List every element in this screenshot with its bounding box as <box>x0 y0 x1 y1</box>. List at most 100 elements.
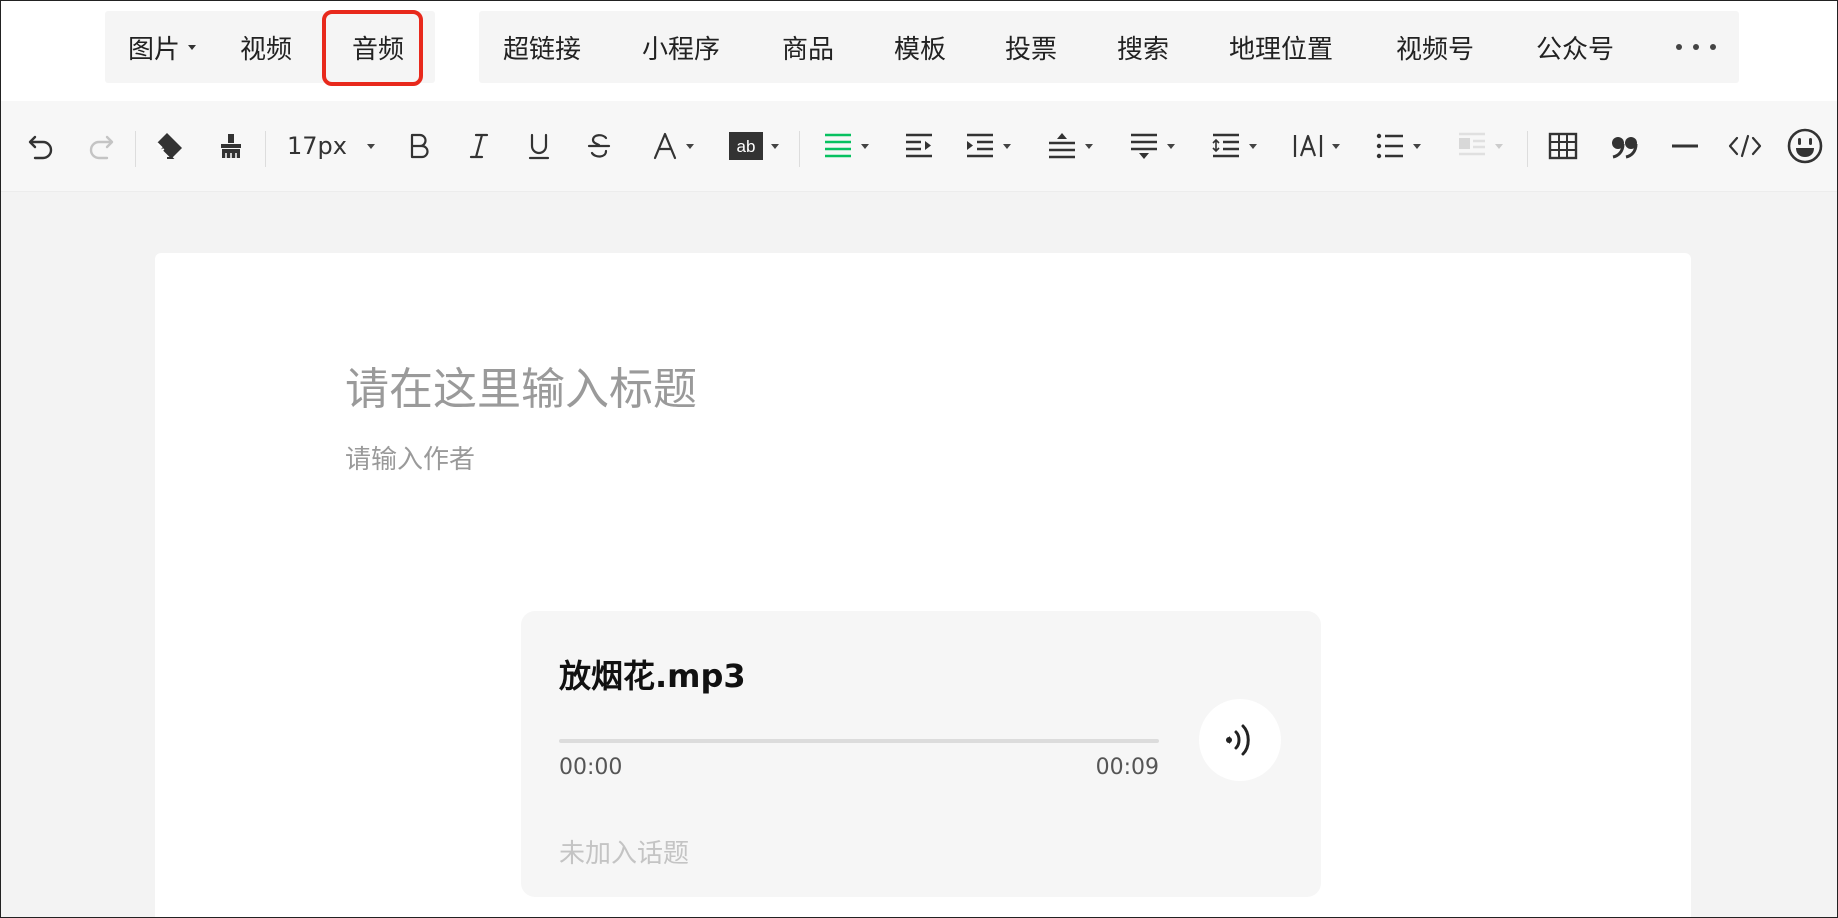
insert-video-label: 视频 <box>240 34 293 65</box>
chevron-down-icon <box>188 44 197 50</box>
insert-search-button[interactable]: 搜索 <box>1117 11 1169 83</box>
emoji-button[interactable] <box>1783 123 1827 169</box>
chevron-down-icon <box>771 143 779 149</box>
underline-button[interactable] <box>521 123 557 169</box>
insert-location-button[interactable]: 地理位置 <box>1229 11 1333 83</box>
editor-paper: 请在这里输入标题 请输入作者 放烟花.mp3 00:00 00:09 未加入话题 <box>155 253 1691 917</box>
list-button[interactable] <box>1371 123 1425 169</box>
insert-product-button[interactable]: 商品 <box>782 11 834 83</box>
table-icon <box>1548 132 1578 160</box>
insert-vote-label: 投票 <box>1005 34 1058 65</box>
format-toolbar: 17px ab <box>1 101 1837 192</box>
audio-card[interactable]: 放烟花.mp3 00:00 00:09 未加入话题 <box>521 611 1321 897</box>
insert-template-label: 模板 <box>894 34 947 65</box>
strikethrough-button[interactable] <box>581 123 617 169</box>
editor-window: 图片 视频 音频 超链接 小程序 商品 模板 投票 搜索 地理位置 视频号 公众… <box>0 0 1838 918</box>
quote-button[interactable] <box>1605 123 1645 169</box>
chevron-down-icon <box>366 143 375 149</box>
divider-icon <box>1672 144 1698 148</box>
background-color-button[interactable]: ab <box>727 123 781 169</box>
insert-table-button[interactable] <box>1543 123 1583 169</box>
chevron-down-icon <box>1332 143 1340 149</box>
chevron-down-icon <box>686 143 694 149</box>
audio-wave-icon <box>1226 724 1250 756</box>
redo-icon <box>89 135 114 160</box>
undo-button[interactable] <box>21 123 61 169</box>
eraser-button[interactable] <box>149 123 189 169</box>
list-icon <box>1376 133 1403 159</box>
insert-audio-label: 音频 <box>352 34 405 65</box>
paragraph-spacing-top-icon <box>1049 133 1075 159</box>
chevron-down-icon <box>1249 143 1257 149</box>
chevron-down-icon <box>861 143 869 149</box>
font-size-select[interactable]: 17px <box>287 123 379 169</box>
insert-channels-label: 视频号 <box>1396 34 1475 65</box>
background-color-icon: ab <box>729 132 763 160</box>
toolbar-separator <box>265 131 266 167</box>
insert-miniprogram-label: 小程序 <box>642 34 721 65</box>
insert-channels-button[interactable]: 视频号 <box>1396 11 1474 83</box>
toolbar-separator <box>135 131 136 167</box>
font-size-value: 17px <box>287 132 347 160</box>
insert-audio-button[interactable]: 音频 <box>352 11 404 83</box>
letter-spacing-icon <box>1293 134 1323 157</box>
insert-link-label: 超链接 <box>503 34 582 65</box>
svg-text:ab: ab <box>737 137 756 156</box>
insert-account-label: 公众号 <box>1536 34 1615 65</box>
chevron-down-icon <box>1413 143 1421 149</box>
italic-icon <box>469 133 489 159</box>
indent-icon <box>906 133 932 158</box>
insert-product-label: 商品 <box>782 34 835 65</box>
author-input[interactable]: 请输入作者 <box>345 439 475 476</box>
divider-button[interactable] <box>1665 123 1705 169</box>
insert-video-button[interactable]: 视频 <box>240 11 292 83</box>
font-color-icon <box>653 132 677 160</box>
audio-topic[interactable]: 未加入话题 <box>559 833 689 870</box>
audio-filename: 放烟花.mp3 <box>559 657 746 695</box>
paragraph-spacing-top-button[interactable] <box>1043 123 1097 169</box>
audio-play-button[interactable] <box>1199 699 1281 781</box>
chevron-down-icon <box>1003 143 1011 149</box>
italic-button[interactable] <box>461 123 497 169</box>
bold-icon <box>410 133 429 159</box>
insert-image-label: 图片 <box>128 34 181 65</box>
underline-icon <box>528 133 550 160</box>
insert-account-button[interactable]: 公众号 <box>1536 11 1614 83</box>
audio-duration: 00:09 <box>1095 755 1159 780</box>
title-input[interactable]: 请在这里输入标题 <box>345 353 697 417</box>
redo-button[interactable] <box>81 123 121 169</box>
more-horizontal-icon[interactable] <box>1676 37 1716 57</box>
format-brush-icon <box>221 134 241 158</box>
chevron-down-icon <box>1495 143 1503 149</box>
insert-location-label: 地理位置 <box>1229 34 1334 65</box>
format-brush-button[interactable] <box>211 123 251 169</box>
code-icon <box>1728 134 1762 158</box>
bold-button[interactable] <box>401 123 437 169</box>
chevron-down-icon <box>1085 143 1093 149</box>
insert-search-label: 搜索 <box>1117 34 1170 65</box>
insert-image-button[interactable]: 图片 <box>128 11 197 83</box>
quote-icon <box>1612 137 1638 159</box>
image-float-button <box>1453 123 1507 169</box>
strikethrough-icon <box>587 134 611 158</box>
emoji-icon <box>1787 128 1823 164</box>
insert-miniprogram-button[interactable]: 小程序 <box>642 11 720 83</box>
audio-progress-bar[interactable] <box>559 739 1159 743</box>
line-height-button[interactable] <box>1207 123 1261 169</box>
insert-link-button[interactable]: 超链接 <box>503 11 581 83</box>
toolbar-separator <box>1527 131 1528 167</box>
paragraph-spacing-bottom-icon <box>1131 133 1157 159</box>
align-dropdown-icon <box>967 133 993 158</box>
indent-button[interactable] <box>901 123 937 169</box>
insert-template-button[interactable]: 模板 <box>894 11 946 83</box>
font-color-button[interactable] <box>647 123 699 169</box>
chevron-down-icon <box>1167 143 1175 149</box>
letter-spacing-button[interactable] <box>1289 123 1343 169</box>
align-options-button[interactable] <box>961 123 1015 169</box>
line-height-icon <box>1212 133 1239 158</box>
align-justify-button[interactable] <box>819 123 873 169</box>
paragraph-spacing-bottom-button[interactable] <box>1125 123 1179 169</box>
insert-vote-button[interactable]: 投票 <box>1005 11 1057 83</box>
undo-icon <box>28 135 53 160</box>
code-button[interactable] <box>1725 123 1765 169</box>
